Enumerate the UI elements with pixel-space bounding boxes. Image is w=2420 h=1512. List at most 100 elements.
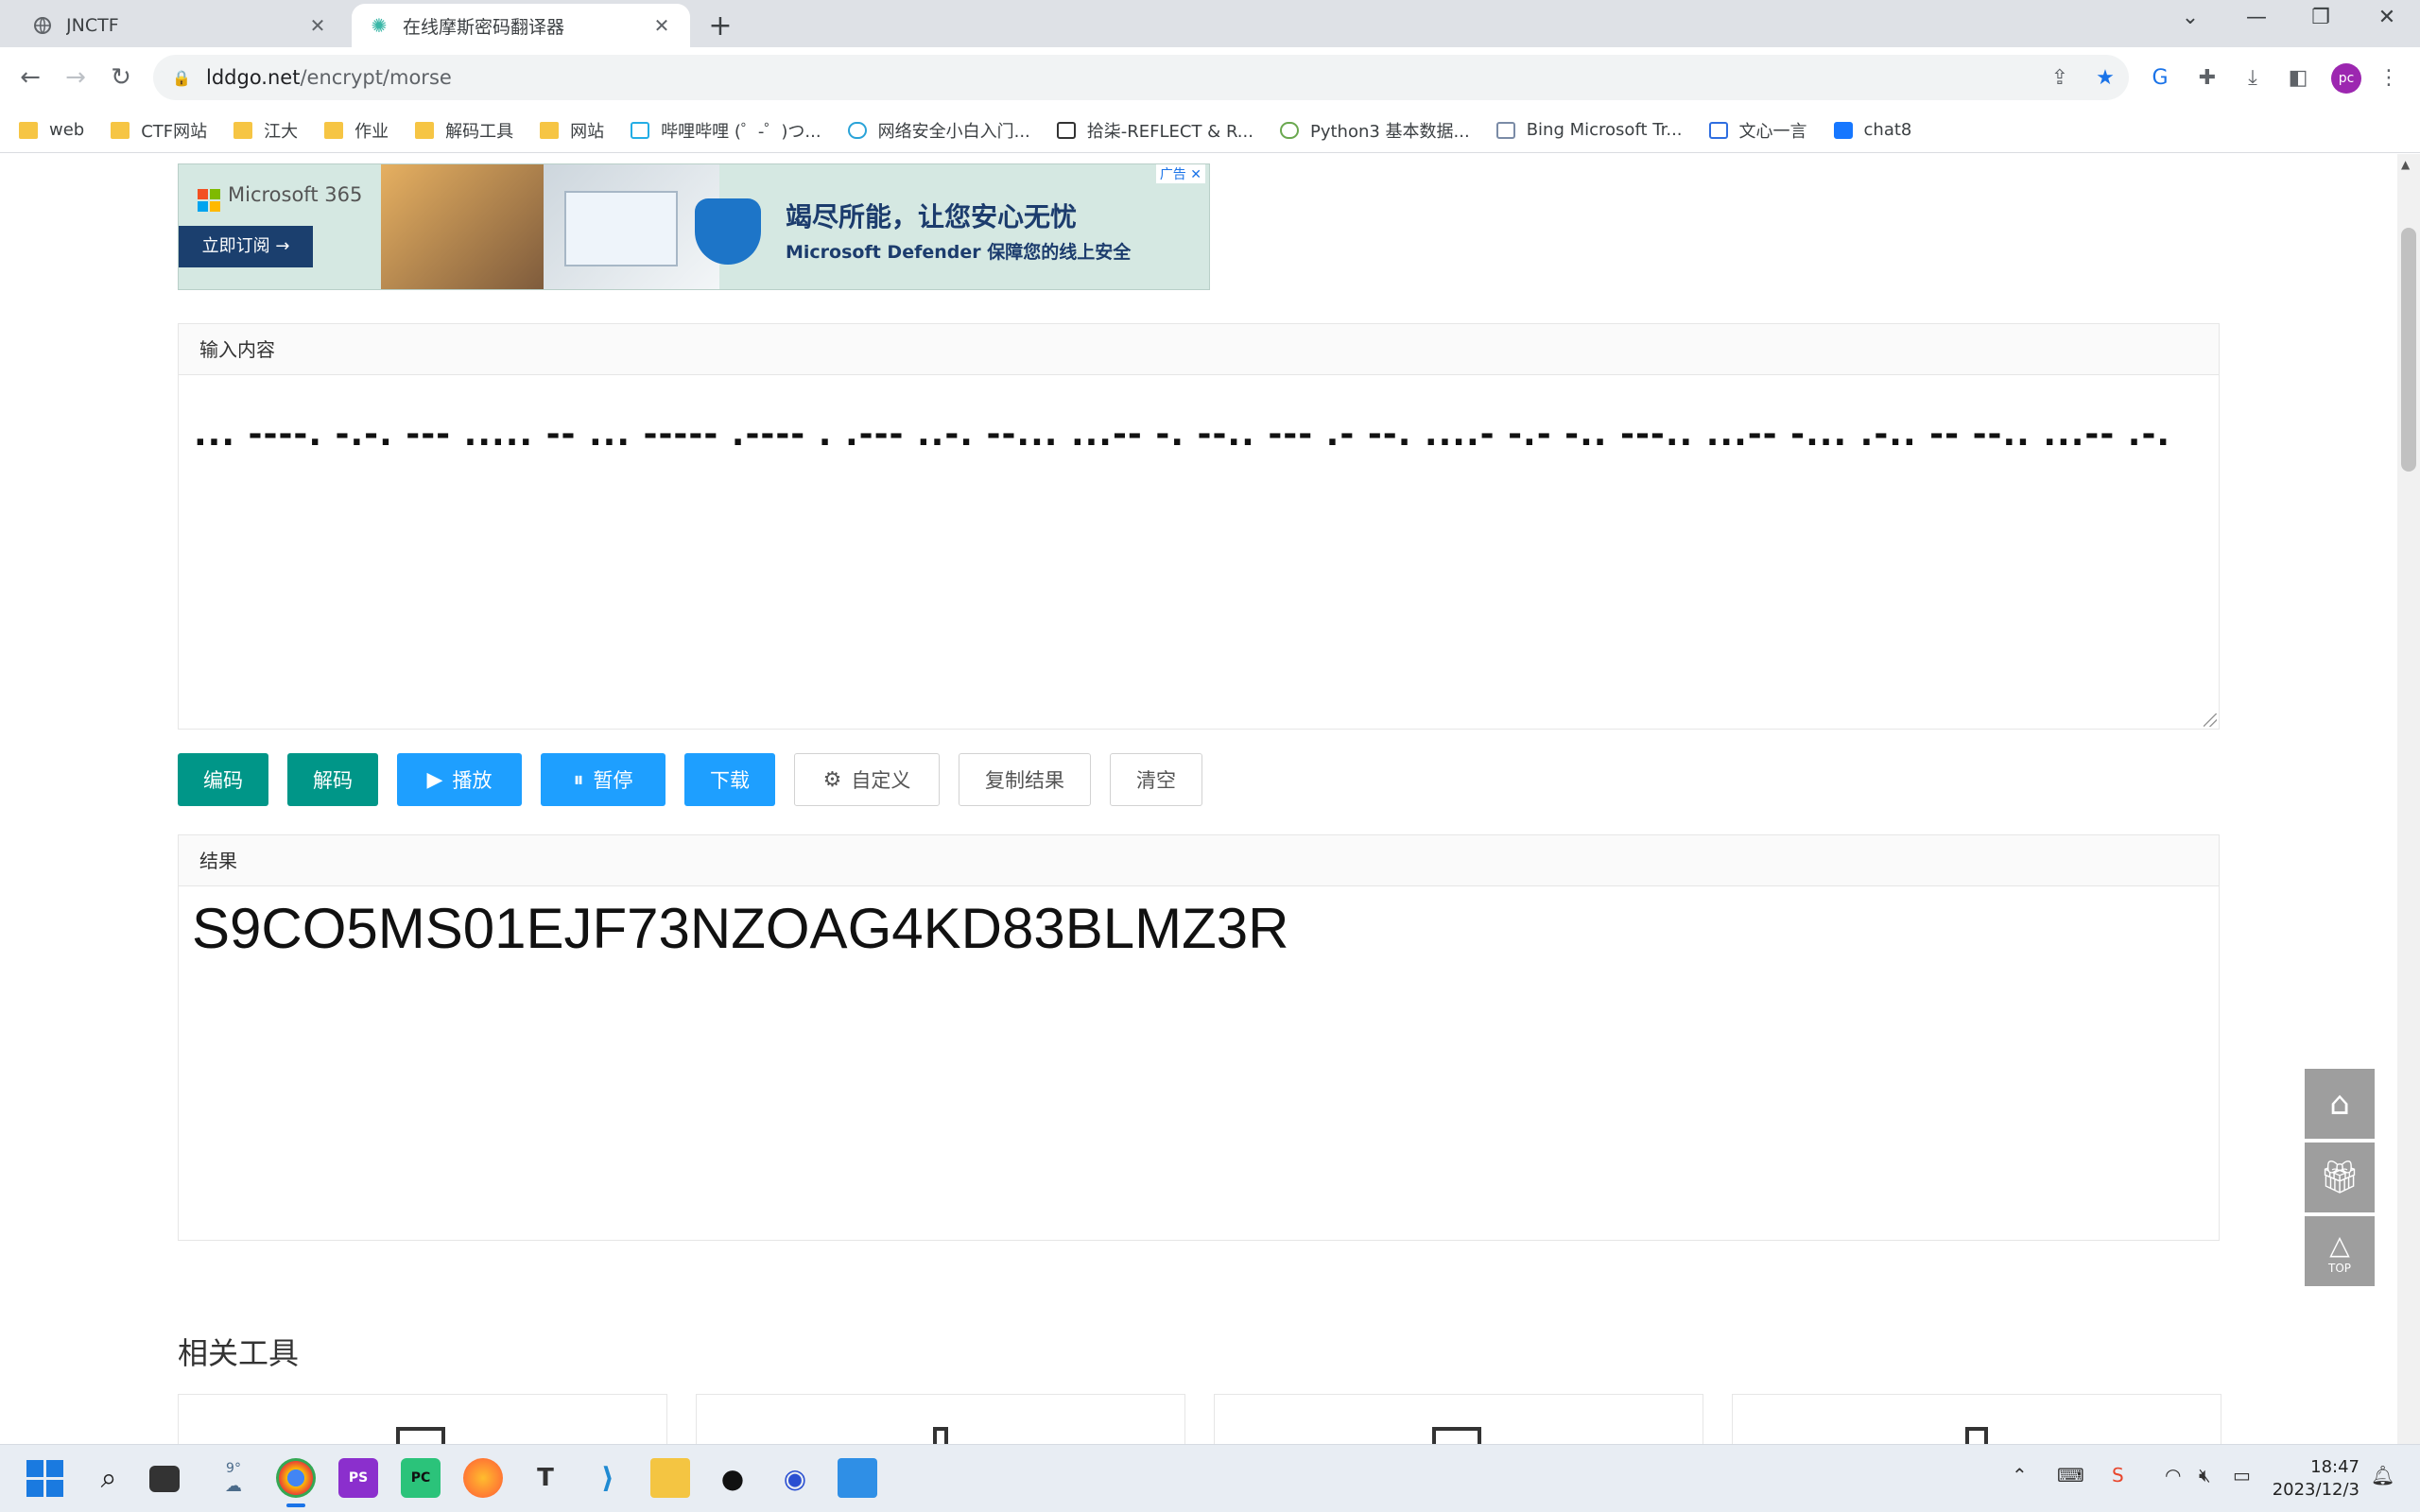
battery-icon[interactable]: ▭ [2233,1464,2251,1486]
play-icon: ▶ [426,767,443,792]
bookmark-jiangda[interactable]: 江大 [233,118,298,143]
weather-widget[interactable]: 9° ☁ [214,1458,253,1498]
custom-button[interactable]: ⚙ 自定义 [794,753,940,806]
ime-icon[interactable]: ⌨ [2057,1464,2084,1486]
bookmark-ctf[interactable]: CTF网站 [111,118,207,143]
bookmark-star-icon[interactable]: ★ [2091,64,2119,93]
vscode-icon[interactable]: ⟩ [588,1458,628,1498]
extensions-puzzle-icon[interactable]: ✚ [2193,64,2221,93]
tray-chevron-icon[interactable]: ⌃ [2012,1464,2028,1486]
lock-icon: 🔒 [172,68,191,87]
bookmark-sites[interactable]: 网站 [540,118,604,143]
morse-input[interactable]: ... ----. -.-. --- ..... -- ... ----- .-… [179,375,2219,494]
bookmark-homework[interactable]: 作业 [324,118,389,143]
bookmark-wenxin[interactable]: 文心一言 [1708,118,1807,143]
qq-icon[interactable]: ● [713,1458,752,1498]
typora-icon[interactable]: T [526,1458,565,1498]
tool-icon [933,1427,948,1444]
notepad-icon[interactable] [838,1458,877,1498]
ad-close-tag[interactable]: 广告 ✕ [1155,164,1205,183]
folder-icon [324,121,344,139]
encode-button[interactable]: 编码 [178,753,268,806]
ad-laptop-photo [544,164,719,289]
minimize-button[interactable]: — [2233,6,2280,29]
back-arrow-icon[interactable]: ← [11,59,49,96]
download-button[interactable]: 下载 [684,753,775,806]
share-icon[interactable]: ⇪ [2046,64,2074,93]
notification-bell-icon[interactable]: 🔔︎ [2371,1464,2394,1486]
bookmark-label: Bing Microsoft Tr... [1526,120,1683,140]
phpstorm-icon[interactable]: PS [338,1458,378,1498]
bookmarks-bar: web CTF网站 江大 作业 解码工具 网站 哔哩哔哩 (゜-゜)つ... 网… [0,108,2420,153]
download-icon[interactable]: ⤓ [2238,64,2267,93]
microsoft-logo-icon [198,189,220,212]
bookmark-bilibili[interactable]: 哔哩哔哩 (゜-゜)つ... [631,118,821,143]
related-tool-card[interactable] [696,1394,1185,1444]
audio-app-icon[interactable]: ◉ [775,1458,815,1498]
volume-muted-icon[interactable]: 🔇︎ [2199,1464,2211,1486]
wifi-icon[interactable]: ◠ [2165,1464,2181,1486]
page-content: Microsoft 365 立即订阅 → 竭尽所能，让您安心无忧 Microso… [0,154,2397,1444]
tab-close-icon[interactable]: ✕ [650,14,673,37]
bookmark-label: 网站 [570,121,605,142]
new-tab-button[interactable]: + [703,9,737,43]
result-output[interactable]: S9CO5MS01EJF73NZOAG4KD83BLMZ3R [179,886,2219,971]
related-tool-card[interactable] [178,1394,667,1444]
bookmark-decode-tools[interactable]: 解码工具 [415,118,513,143]
related-tool-card[interactable] [1732,1394,2221,1444]
decode-button[interactable]: 解码 [287,753,378,806]
address-bar[interactable]: 🔒 lddgo.net/encrypt/morse [153,55,2129,100]
clock-date: 2023/12/3 [2272,1480,2360,1500]
bookmark-python3[interactable]: Python3 基本数据... [1279,118,1470,143]
related-tool-card[interactable] [1214,1394,1703,1444]
bookmark-netsec[interactable]: 网络安全小白入门... [847,118,1030,143]
bookmark-label: 解码工具 [445,121,514,142]
search-icon[interactable]: ⌕ [89,1458,129,1498]
task-view-icon[interactable] [149,1466,180,1492]
home-float-button[interactable]: ⌂ [2305,1069,2375,1139]
translate-icon[interactable]: G [2146,64,2174,93]
tab-search-chevron-icon[interactable]: ⌄ [2167,6,2214,29]
window-close-button[interactable]: ✕ [2363,6,2411,29]
bookmark-reflect[interactable]: 拾柒-REFLECT & R... [1056,118,1253,143]
restore-button[interactable]: ❐ [2297,6,2344,29]
bookmark-bing-translator[interactable]: Bing Microsoft Tr... [1495,120,1683,140]
menu-kebab-icon[interactable]: ⋮ [2375,64,2403,93]
gift-float-button[interactable]: 🎁︎ [2305,1143,2375,1212]
related-tools-heading: 相关工具 [178,1335,300,1371]
copy-result-button[interactable]: 复制结果 [959,753,1091,806]
pause-button[interactable]: ⏸ 暂停 [541,753,666,806]
page-scrollbar[interactable]: ▲ [2397,154,2420,1444]
file-explorer-icon[interactable] [650,1458,690,1498]
forward-arrow-icon[interactable]: → [57,59,95,96]
bookmark-chat8[interactable]: chat8 [1833,120,1911,140]
bookmark-label: 哔哩哔哩 (゜-゜)つ... [661,121,821,142]
tab-morse[interactable]: ✺ 在线摩斯密码翻译器 ✕ [352,4,690,47]
clear-button[interactable]: 清空 [1110,753,1202,806]
folder-icon [111,121,130,139]
folder-icon [19,121,38,139]
antivirus-icon[interactable]: S [2112,1464,2124,1486]
profile-avatar[interactable]: pc [2331,63,2361,94]
defender-shield-icon [695,198,761,265]
back-to-top-button[interactable]: △ TOP [2305,1216,2375,1286]
tab-jnctf[interactable]: JNCTF ✕ [15,4,346,47]
firefox-icon[interactable] [463,1458,503,1498]
resize-handle[interactable] [2204,713,2217,727]
chrome-icon[interactable] [276,1458,316,1498]
tab-close-icon[interactable]: ✕ [306,14,329,37]
scrollbar-thumb[interactable] [2401,228,2416,472]
bookmark-label: 作业 [354,121,389,142]
ad-subscribe-button[interactable]: 立即订阅 → [179,226,313,267]
scroll-up-arrow-icon[interactable]: ▲ [2401,158,2410,171]
system-clock[interactable]: 18:47 2023/12/3 [2269,1456,2360,1502]
windows-start-icon[interactable] [26,1460,63,1497]
ad-banner[interactable]: Microsoft 365 立即订阅 → 竭尽所能，让您安心无忧 Microso… [178,163,1210,290]
side-panel-icon[interactable]: ◧ [2284,64,2312,93]
play-button[interactable]: ▶ 播放 [397,753,522,806]
pycharm-icon[interactable]: PC [401,1458,441,1498]
reload-icon[interactable]: ↻ [102,59,140,96]
bookmark-label: 拾柒-REFLECT & R... [1086,121,1253,142]
tab-title: 在线摩斯密码翻译器 [403,16,565,38]
bookmark-web[interactable]: web [19,120,84,140]
